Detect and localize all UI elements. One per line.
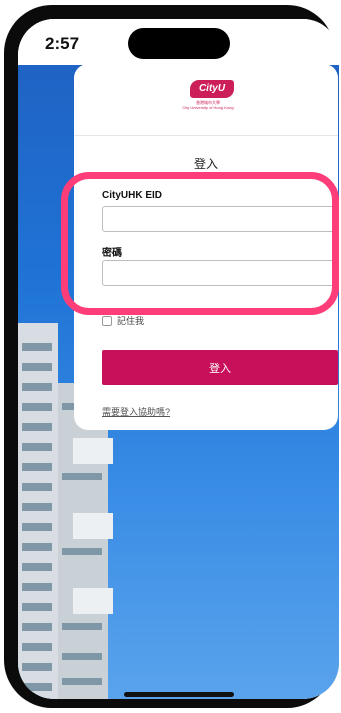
logo-mark: CityU	[190, 80, 234, 98]
remember-me[interactable]: 記住我	[102, 314, 144, 327]
help-link[interactable]: 需要登入協助嗎?	[102, 405, 170, 418]
logo-text: 香港城市大學 City University of Hong Kong	[178, 100, 238, 110]
login-title: 登入	[193, 157, 218, 171]
cityu-logo: CityU 香港城市大學 City University of Hong Kon…	[178, 78, 238, 110]
dynamic-island	[128, 28, 230, 59]
status-bar: 2:57	[18, 19, 339, 65]
login-card: CityU 香港城市大學 City University of Hong Kon…	[74, 64, 338, 430]
eid-input[interactable]	[102, 206, 336, 232]
home-indicator	[124, 692, 234, 697]
logo-name-en: City University of Hong Kong	[182, 105, 234, 110]
phone-screen: 2:57 CityU 香港城市大學 City University of Hon…	[18, 19, 339, 699]
password-input[interactable]	[102, 260, 336, 286]
login-button[interactable]: 登入	[102, 350, 338, 385]
eid-label: CityUHK EID	[102, 190, 163, 201]
password-label: 密碼	[102, 248, 122, 259]
remember-label: 記住我	[117, 316, 145, 326]
header-divider	[74, 135, 338, 136]
status-time: 2:57	[45, 34, 80, 53]
remember-checkbox[interactable]	[102, 315, 112, 326]
phone-frame: 2:57 CityU 香港城市大學 City University of Hon…	[4, 5, 339, 708]
